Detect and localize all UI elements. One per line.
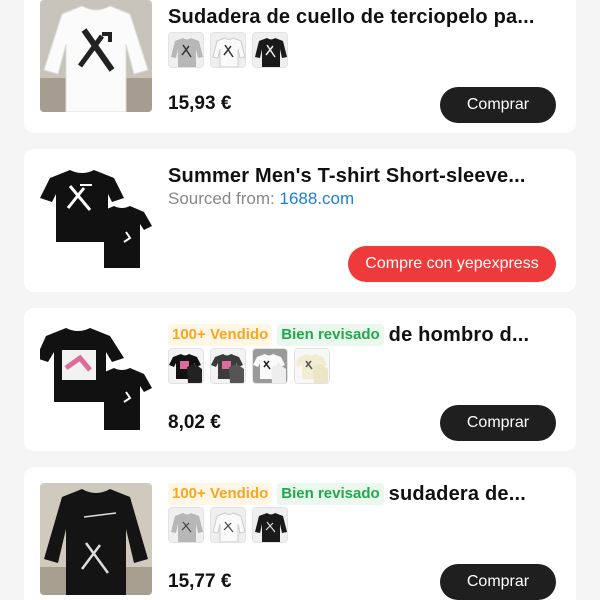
- product-image[interactable]: [40, 483, 152, 595]
- product-title[interactable]: Sudadera de cuello de terciopelo pa...: [168, 6, 535, 29]
- sold-count-badge: 100+ Vendido: [168, 483, 273, 505]
- reviewed-badge: Bien revisado: [277, 324, 384, 346]
- buy-button[interactable]: Comprar: [440, 564, 556, 600]
- variant-gray-sweatshirt[interactable]: [168, 507, 204, 543]
- product-image[interactable]: [40, 164, 152, 276]
- variant-white-sweatshirt[interactable]: [210, 507, 246, 543]
- variant-black-sweatshirt[interactable]: [252, 507, 288, 543]
- product-card[interactable]: 100+ Vendido Bien revisado sudadera de..…: [24, 467, 576, 600]
- sourced-link[interactable]: 1688.com: [280, 189, 355, 208]
- variant-black-tshirt-pink[interactable]: [168, 348, 204, 384]
- buy-with-yepexpress-button[interactable]: Compre con yepexpress: [348, 246, 556, 282]
- sourced-from: Sourced from: 1688.com: [168, 189, 354, 209]
- product-title-row: 100+ Vendido Bien revisado de hombro d..…: [168, 320, 558, 350]
- product-title[interactable]: Summer Men's T-shirt Short-sleeve...: [168, 165, 526, 188]
- product-price: 8,02 €: [168, 412, 221, 433]
- buy-button[interactable]: Comprar: [440, 405, 556, 441]
- variant-cream-tshirt[interactable]: [294, 348, 330, 384]
- variant-list: [168, 348, 330, 384]
- product-card[interactable]: Sudadera de cuello de terciopelo pa... 1…: [24, 0, 576, 133]
- variant-white-sweatshirt[interactable]: [210, 32, 246, 68]
- variant-list: [168, 32, 288, 68]
- variant-list: [168, 507, 288, 543]
- buy-button[interactable]: Comprar: [440, 87, 556, 123]
- product-card[interactable]: 100+ Vendido Bien revisado de hombro d..…: [24, 308, 576, 451]
- product-title[interactable]: sudadera de...: [389, 483, 526, 506]
- variant-black-sweatshirt[interactable]: [252, 32, 288, 68]
- variant-white-tshirt[interactable]: [252, 348, 288, 384]
- product-title-row: Sudadera de cuello de terciopelo pa...: [168, 2, 558, 32]
- product-title-row: 100+ Vendido Bien revisado sudadera de..…: [168, 479, 558, 509]
- product-price: 15,77 €: [168, 571, 232, 592]
- reviewed-badge: Bien revisado: [277, 483, 384, 505]
- sourced-label: Sourced from:: [168, 189, 275, 208]
- product-title[interactable]: de hombro d...: [389, 324, 530, 347]
- product-image[interactable]: [40, 324, 152, 436]
- product-price: 15,93 €: [168, 93, 232, 114]
- product-title-row: Summer Men's T-shirt Short-sleeve...: [168, 161, 558, 191]
- variant-gray-sweatshirt[interactable]: [168, 32, 204, 68]
- product-card[interactable]: Summer Men's T-shirt Short-sleeve... Sou…: [24, 149, 576, 292]
- product-image[interactable]: [40, 0, 152, 112]
- variant-gray-tshirt[interactable]: [210, 348, 246, 384]
- sold-count-badge: 100+ Vendido: [168, 324, 273, 346]
